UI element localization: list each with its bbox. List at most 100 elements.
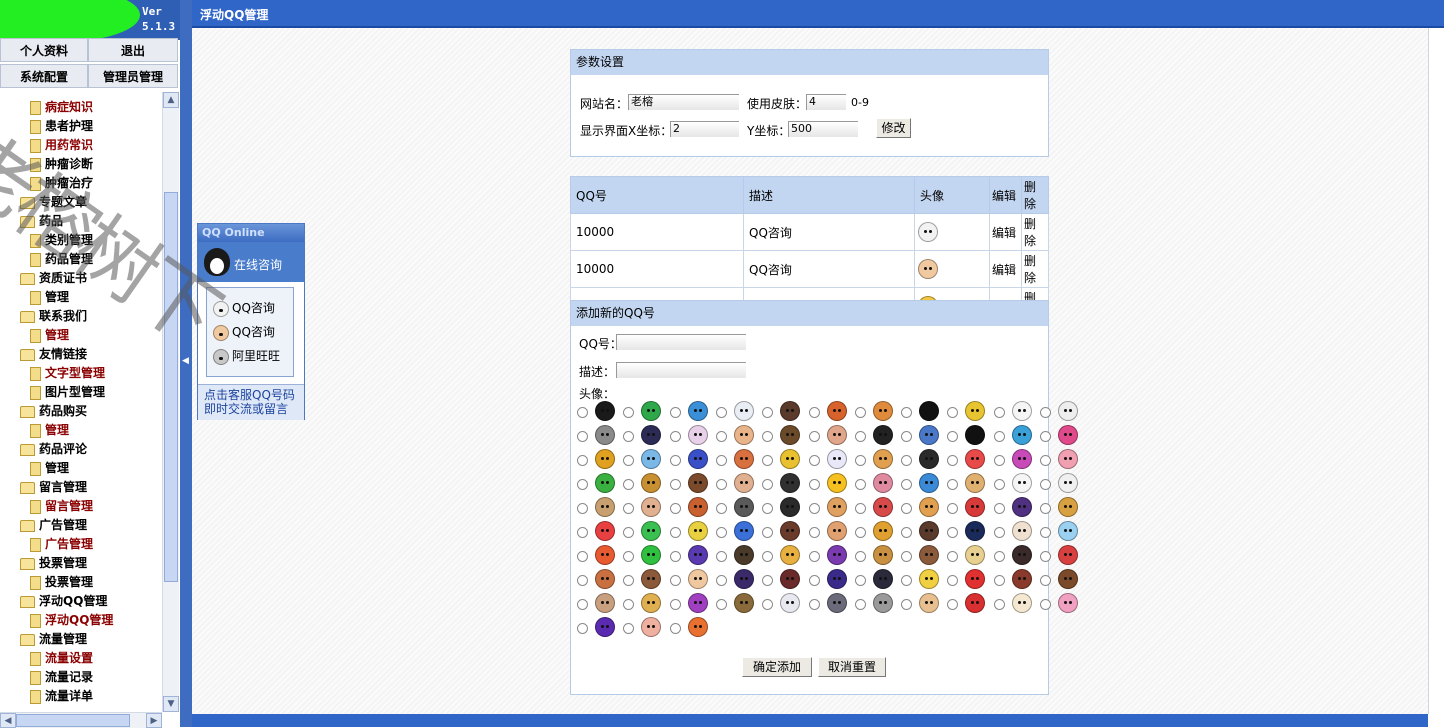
tree-folder[interactable]: 专题文章: [20, 193, 87, 211]
system-config-button[interactable]: 系统配置: [0, 64, 88, 88]
avatar-radio[interactable]: [669, 455, 681, 466]
tree-item[interactable]: 浮动QQ管理: [30, 611, 113, 629]
avatar-option[interactable]: [805, 543, 851, 567]
avatar-option[interactable]: [712, 543, 758, 567]
avatar-radio[interactable]: [854, 431, 866, 442]
avatar-option[interactable]: [712, 471, 758, 495]
avatar-radio[interactable]: [669, 575, 681, 586]
avatar-radio[interactable]: [669, 599, 681, 610]
avatar-radio[interactable]: [993, 527, 1005, 538]
avatar-radio[interactable]: [808, 503, 820, 514]
avatar-radio[interactable]: [762, 551, 774, 562]
scroll-up-icon[interactable]: ▲: [163, 92, 179, 108]
avatar-option[interactable]: [1036, 591, 1082, 615]
avatar-option[interactable]: [805, 399, 851, 423]
tree-item[interactable]: 文字型管理: [30, 364, 105, 382]
avatar-radio[interactable]: [762, 575, 774, 586]
avatar-option[interactable]: [573, 543, 619, 567]
avatar-option[interactable]: [666, 519, 712, 543]
avatar-radio[interactable]: [854, 455, 866, 466]
avatar-radio[interactable]: [947, 575, 959, 586]
avatar-radio[interactable]: [669, 431, 681, 442]
avatar-option[interactable]: [758, 423, 804, 447]
avatar-radio[interactable]: [808, 599, 820, 610]
avatar-option[interactable]: [712, 567, 758, 591]
avatar-radio[interactable]: [669, 623, 681, 634]
avatar-option[interactable]: [666, 495, 712, 519]
avatar-radio[interactable]: [762, 407, 774, 418]
avatar-radio[interactable]: [623, 527, 635, 538]
avatar-radio[interactable]: [993, 503, 1005, 514]
avatar-radio[interactable]: [1040, 575, 1051, 586]
tree-folder[interactable]: 投票管理: [20, 554, 87, 572]
avatar-radio[interactable]: [623, 455, 635, 466]
avatar-option[interactable]: [619, 495, 665, 519]
avatar-option[interactable]: [851, 471, 897, 495]
avatar-radio[interactable]: [577, 623, 588, 634]
avatar-radio[interactable]: [762, 527, 774, 538]
avatar-radio[interactable]: [1040, 527, 1051, 538]
avatar-option[interactable]: [573, 447, 619, 471]
tree-item[interactable]: 图片型管理: [30, 383, 105, 401]
avatar-radio[interactable]: [715, 479, 727, 490]
avatar-option[interactable]: [1036, 423, 1082, 447]
x-coord-field[interactable]: 2: [670, 121, 739, 137]
avatar-radio[interactable]: [901, 551, 913, 562]
avatar-radio[interactable]: [1040, 407, 1051, 418]
avatar-option[interactable]: [619, 447, 665, 471]
avatar-option[interactable]: [990, 495, 1036, 519]
avatar-radio[interactable]: [993, 551, 1005, 562]
avatar-option[interactable]: [851, 591, 897, 615]
avatar-option[interactable]: [666, 399, 712, 423]
avatar-option[interactable]: [1036, 471, 1082, 495]
avatar-option[interactable]: [851, 567, 897, 591]
floating-qq-item[interactable]: 阿里旺旺: [213, 346, 280, 366]
avatar-radio[interactable]: [1040, 479, 1051, 490]
avatar-radio[interactable]: [901, 599, 913, 610]
avatar-option[interactable]: [573, 471, 619, 495]
avatar-option[interactable]: [897, 447, 943, 471]
tree-folder[interactable]: 联系我们: [20, 307, 87, 325]
avatar-option[interactable]: [758, 471, 804, 495]
avatar-option[interactable]: [712, 495, 758, 519]
tree-item[interactable]: 留言管理: [30, 497, 93, 515]
avatar-option[interactable]: [666, 471, 712, 495]
avatar-option[interactable]: [758, 519, 804, 543]
avatar-option[interactable]: [990, 423, 1036, 447]
avatar-option[interactable]: [805, 471, 851, 495]
avatar-option[interactable]: [943, 543, 989, 567]
avatar-radio[interactable]: [993, 455, 1005, 466]
avatar-option[interactable]: [897, 519, 943, 543]
avatar-radio[interactable]: [1040, 503, 1051, 514]
new-qq-input[interactable]: [616, 334, 746, 350]
avatar-radio[interactable]: [854, 551, 866, 562]
tree-item[interactable]: 用药常识: [30, 136, 93, 154]
avatar-radio[interactable]: [947, 503, 959, 514]
floating-qq-item[interactable]: QQ咨询: [213, 298, 275, 318]
tree-folder[interactable]: 浮动QQ管理: [20, 592, 107, 610]
avatar-radio[interactable]: [669, 407, 681, 418]
avatar-radio[interactable]: [715, 431, 727, 442]
avatar-radio[interactable]: [901, 407, 913, 418]
avatar-radio[interactable]: [854, 527, 866, 538]
avatar-option[interactable]: [897, 423, 943, 447]
logout-button[interactable]: 退出: [88, 38, 178, 62]
avatar-option[interactable]: [758, 543, 804, 567]
avatar-option[interactable]: [943, 423, 989, 447]
tree-item[interactable]: 管理: [30, 288, 69, 306]
avatar-radio[interactable]: [669, 551, 681, 562]
avatar-option[interactable]: [758, 447, 804, 471]
avatar-option[interactable]: [666, 567, 712, 591]
avatar-radio[interactable]: [993, 599, 1005, 610]
avatar-option[interactable]: [990, 399, 1036, 423]
avatar-option[interactable]: [851, 423, 897, 447]
avatar-option[interactable]: [990, 471, 1036, 495]
tree-item[interactable]: 流量详单: [30, 687, 93, 705]
edit-link[interactable]: 编辑: [989, 250, 1022, 288]
vertical-scrollbar[interactable]: ▲ ▼: [162, 92, 179, 712]
avatar-radio[interactable]: [947, 551, 959, 562]
avatar-option[interactable]: [1036, 495, 1082, 519]
admin-management-button[interactable]: 管理员管理: [88, 64, 178, 88]
avatar-radio[interactable]: [1040, 599, 1051, 610]
avatar-radio[interactable]: [715, 527, 727, 538]
